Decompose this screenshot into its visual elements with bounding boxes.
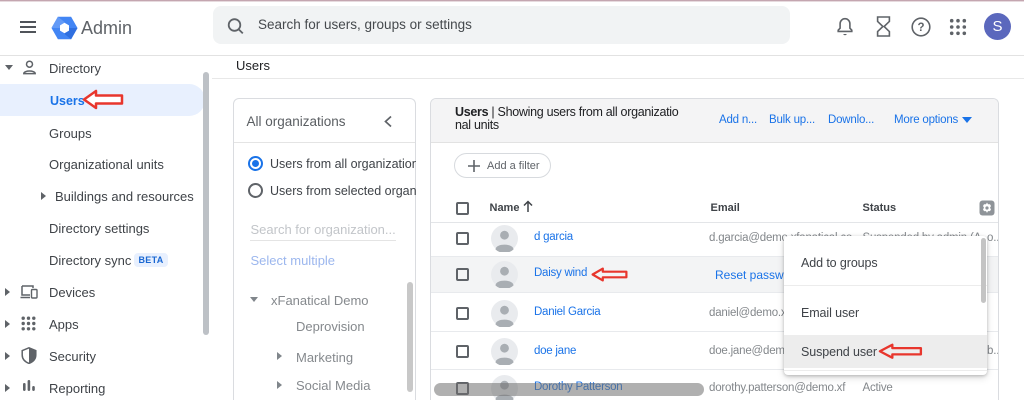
svg-text:?: ? xyxy=(917,22,924,34)
